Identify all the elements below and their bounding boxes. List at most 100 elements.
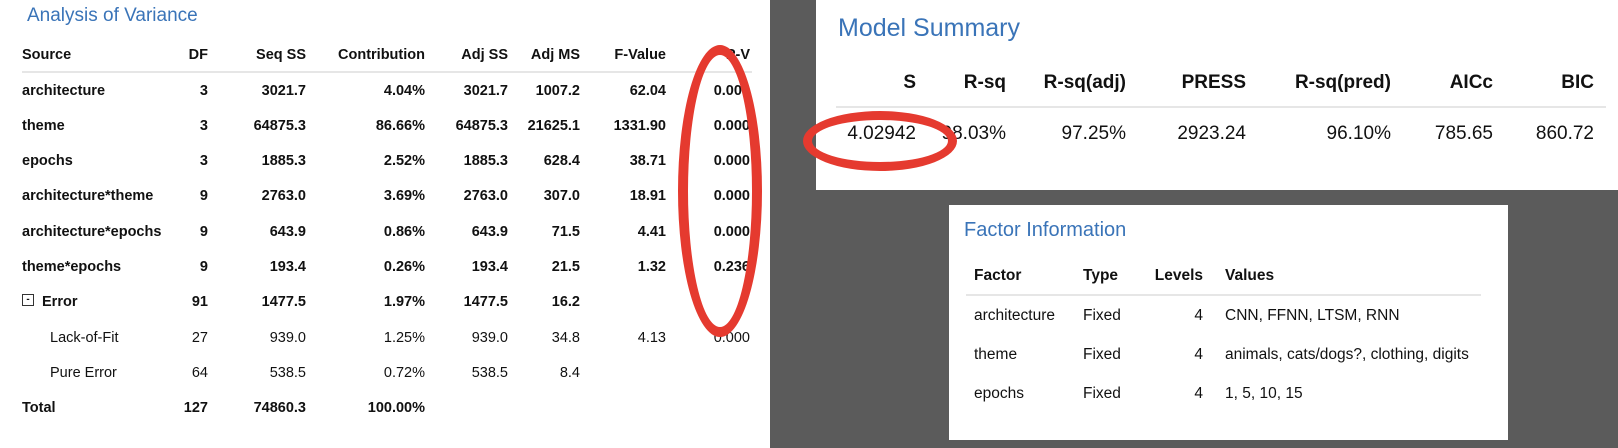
table-row-total: Total 127 74860.3 100.00% <box>14 400 764 420</box>
cell-factor: architecture <box>974 307 1055 324</box>
model-summary-panel: Model Summary S R-sq R-sq(adj) PRESS R-s… <box>816 0 1618 190</box>
cell-seq-ss: 643.9 <box>269 224 306 240</box>
table-row: theme*epochs 9 193.4 0.26% 193.4 21.5 1.… <box>14 259 764 279</box>
header-adj-ss: Adj SS <box>461 47 508 63</box>
cell-f-value: 18.91 <box>629 188 666 204</box>
cell-source: Total <box>22 400 56 416</box>
cell-adj-ss: 643.9 <box>471 224 508 240</box>
table-row: architecture 3 3021.7 4.04% 3021.7 1007.… <box>14 83 764 103</box>
cell-source: epochs <box>22 153 73 169</box>
header-seq-ss: Seq SS <box>256 47 306 63</box>
cell-values: 1, 5, 10, 15 <box>1225 385 1303 402</box>
table-row: architecture*theme 9 2763.0 3.69% 2763.0… <box>14 188 764 208</box>
value-r-sq-adj: 97.25% <box>1061 123 1126 144</box>
header-divider <box>22 71 752 73</box>
cell-adj-ss: 538.5 <box>471 365 508 381</box>
cell-contribution: 2.52% <box>383 153 425 169</box>
cell-df: 64 <box>191 365 208 381</box>
cell-seq-ss: 2763.0 <box>261 188 306 204</box>
table-row: architecture*epochs 9 643.9 0.86% 643.9 … <box>14 224 764 244</box>
cell-seq-ss: 74860.3 <box>253 400 306 416</box>
anova-title: Analysis of Variance <box>27 5 198 26</box>
cell-source: Lack-of-Fit <box>50 330 119 346</box>
cell-seq-ss: 1477.5 <box>261 294 306 310</box>
cell-type: Fixed <box>1083 307 1121 324</box>
cell-contribution: 0.72% <box>383 365 425 381</box>
cell-adj-ms: 628.4 <box>543 153 580 169</box>
s-value-highlight-ellipse <box>803 111 957 171</box>
cell-adj-ss: 939.0 <box>471 330 508 346</box>
header-levels: Levels <box>1154 267 1203 284</box>
cell-contribution: 4.04% <box>383 83 425 99</box>
factor-information-title: Factor Information <box>964 219 1127 241</box>
cell-f-value: 62.04 <box>629 83 666 99</box>
header-values: Values <box>1225 267 1275 284</box>
cell-values: animals, cats/dogs?, clothing, digits <box>1225 346 1469 363</box>
header-s: S <box>903 72 916 93</box>
cell-adj-ms: 71.5 <box>551 224 580 240</box>
cell-df: 127 <box>183 400 208 416</box>
cell-type: Fixed <box>1083 346 1121 363</box>
header-divider <box>836 106 1606 108</box>
cell-adj-ss: 64875.3 <box>455 118 508 134</box>
header-r-sq-adj: R-sq(adj) <box>1043 72 1126 93</box>
table-row-error: - Error 91 1477.5 1.97% 1477.5 16.2 <box>14 294 764 314</box>
model-summary-title: Model Summary <box>838 14 1020 42</box>
cell-f-value: 1331.90 <box>613 118 666 134</box>
cell-factor: epochs <box>974 385 1024 402</box>
header-type: Type <box>1083 267 1119 284</box>
cell-adj-ms: 307.0 <box>543 188 580 204</box>
value-aicc: 785.65 <box>1434 123 1493 144</box>
header-r-sq: R-sq <box>963 72 1006 93</box>
cell-contribution: 86.66% <box>375 118 425 134</box>
cell-df: 9 <box>199 224 208 240</box>
cell-df: 3 <box>199 153 208 169</box>
header-aicc: AICc <box>1449 72 1493 93</box>
cell-adj-ss: 1885.3 <box>463 153 508 169</box>
cell-factor: theme <box>974 346 1018 363</box>
cell-levels: 4 <box>1194 346 1203 363</box>
cell-contribution: 100.00% <box>367 400 425 416</box>
cell-df: 9 <box>199 188 208 204</box>
cell-type: Fixed <box>1083 385 1121 402</box>
cell-levels: 4 <box>1194 307 1203 324</box>
header-bic: BIC <box>1561 72 1594 93</box>
cell-df: 27 <box>191 330 208 346</box>
table-row: epochs 3 1885.3 2.52% 1885.3 628.4 38.71… <box>14 153 764 173</box>
cell-adj-ms: 8.4 <box>559 365 580 381</box>
cell-seq-ss: 538.5 <box>269 365 306 381</box>
header-f-value: F-Value <box>614 47 666 63</box>
cell-seq-ss: 193.4 <box>269 259 306 275</box>
table-row: Pure Error 64 538.5 0.72% 538.5 8.4 <box>14 365 764 385</box>
collapse-toggle[interactable]: - <box>22 294 34 306</box>
cell-f-value: 4.13 <box>637 330 666 346</box>
cell-levels: 4 <box>1194 385 1203 402</box>
cell-seq-ss: 64875.3 <box>253 118 306 134</box>
cell-df: 3 <box>199 83 208 99</box>
cell-contribution: 1.97% <box>383 294 425 310</box>
value-press: 2923.24 <box>1177 123 1246 144</box>
cell-adj-ms: 1007.2 <box>535 83 580 99</box>
anova-header-row: Source DF Seq SS Contribution Adj SS Adj… <box>14 47 764 67</box>
cell-source: theme*epochs <box>22 259 122 275</box>
table-row: theme 3 64875.3 86.66% 64875.3 21625.1 1… <box>14 118 764 138</box>
cell-seq-ss: 939.0 <box>269 330 306 346</box>
header-df: DF <box>188 47 208 63</box>
cell-adj-ms: 21.5 <box>551 259 580 275</box>
cell-f-value: 38.71 <box>629 153 666 169</box>
cell-df: 91 <box>191 294 208 310</box>
cell-source: Error <box>42 294 78 310</box>
cell-adj-ss: 193.4 <box>471 259 508 275</box>
header-contribution: Contribution <box>338 47 425 63</box>
cell-adj-ms: 34.8 <box>551 330 580 346</box>
cell-source: theme <box>22 118 65 134</box>
anova-panel: Analysis of Variance Source DF Seq SS Co… <box>14 0 774 448</box>
cell-seq-ss: 1885.3 <box>261 153 306 169</box>
cell-source: architecture*epochs <box>22 224 162 240</box>
header-press: PRESS <box>1181 72 1246 93</box>
cell-seq-ss: 3021.7 <box>261 83 306 99</box>
cell-contribution: 0.26% <box>383 259 425 275</box>
header-r-sq-pred: R-sq(pred) <box>1294 72 1391 93</box>
cell-contribution: 3.69% <box>383 188 425 204</box>
cell-adj-ss: 1477.5 <box>463 294 508 310</box>
